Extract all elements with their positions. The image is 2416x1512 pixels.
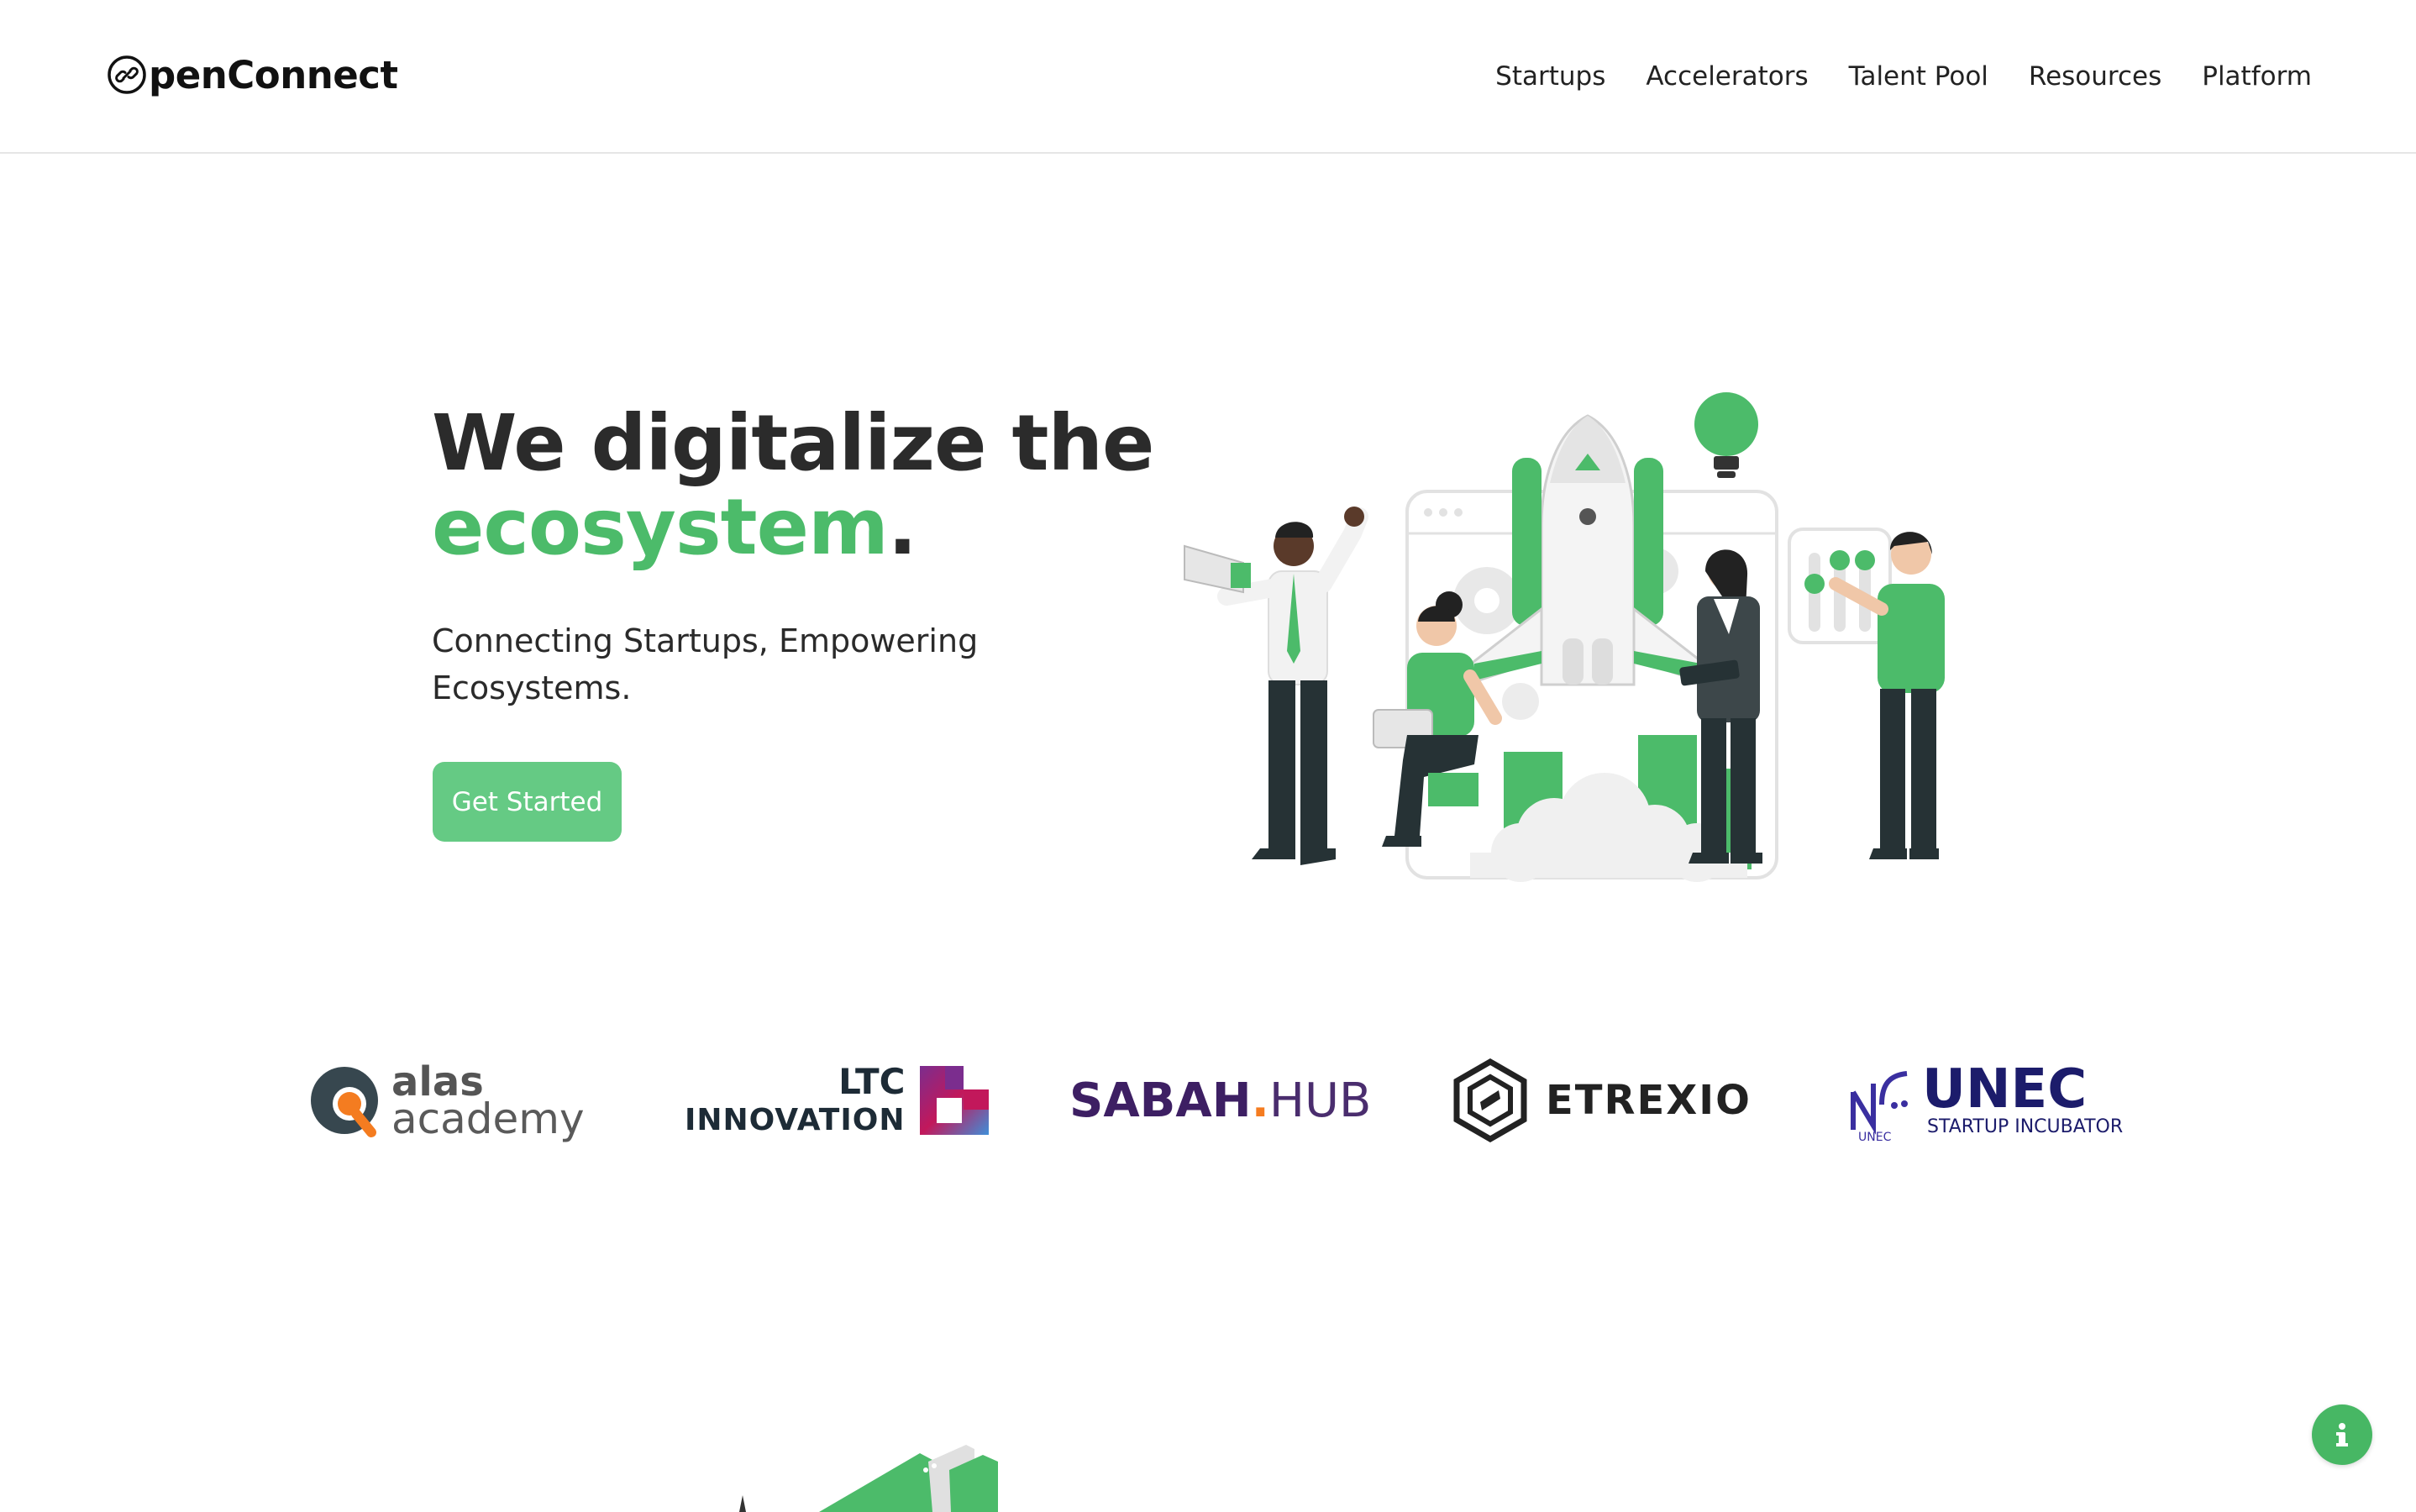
partner-sabah-hub[interactable]: SABAH. HUB: [1069, 1046, 1371, 1155]
alas-academy-wordmark: alas academy: [391, 1062, 585, 1143]
sabah-hub-part1: SABAH: [1069, 1073, 1252, 1128]
nav-item-platform[interactable]: Platform: [2202, 61, 2312, 92]
nav-item-talent-pool[interactable]: Talent Pool: [1849, 61, 1988, 92]
partner-etrexio[interactable]: ETREXIO: [1452, 1046, 1752, 1155]
brand-logo[interactable]: penConnect: [107, 49, 398, 101]
ltc-innovation-line2: INNOVATION: [685, 1103, 906, 1137]
info-icon: [2336, 1423, 2348, 1446]
hero-illustration: [1184, 392, 1945, 882]
link-circle-icon: [108, 55, 146, 94]
etrexio-wordmark: ETREXIO: [1546, 1077, 1752, 1124]
partner-alas-academy[interactable]: alas academy: [306, 1046, 585, 1155]
ltc-innovation-logo-icon: [920, 1066, 990, 1135]
hero-title: We digitalize the ecosystem.: [432, 402, 1154, 572]
etrexio-hexagon-icon: [1453, 1058, 1527, 1142]
hero-subtitle: Connecting Startups, Empowering Ecosyste…: [432, 622, 979, 706]
unec-line1: UNEC: [1922, 1058, 2088, 1121]
ltc-innovation-line1: LTC: [838, 1061, 906, 1102]
brand-name: penConnect: [149, 52, 398, 97]
main-nav: Startups Accelerators Talent Pool Resour…: [1455, 52, 2312, 101]
page: penConnect Startups Accelerators Talent …: [0, 0, 2416, 1512]
alas-academy-logo-icon: [311, 1067, 378, 1137]
next-section-illustration: [739, 1445, 998, 1512]
partner-unec-startup-incubator[interactable]: UNEC UNEC STARTUP INCUBATOR: [1848, 1046, 2123, 1155]
nav-item-startups[interactable]: Startups: [1495, 61, 1605, 92]
unec-mark-label: UNEC: [1858, 1131, 1892, 1142]
alas-academy-line2: academy: [391, 1095, 585, 1143]
ltc-innovation-wordmark: LTC INNOVATION: [685, 1062, 905, 1139]
get-started-button[interactable]: Get Started: [433, 762, 622, 842]
hero-title-line1: We digitalize the: [432, 398, 1154, 488]
nav-item-resources[interactable]: Resources: [2029, 61, 2161, 92]
hero-title-highlight: ecosystem: [432, 482, 889, 572]
unec-incubator-icon: UNEC: [1851, 1071, 1908, 1142]
nav-item-accelerators[interactable]: Accelerators: [1646, 61, 1808, 92]
sabah-hub-part2: HUB: [1268, 1073, 1372, 1128]
unec-wordmark: UNEC STARTUP INCUBATOR: [1922, 1063, 2123, 1138]
partner-ltc-innovation[interactable]: LTC INNOVATION: [685, 1046, 990, 1155]
sabah-hub-dot: .: [1251, 1073, 1269, 1128]
info-button[interactable]: [2312, 1404, 2372, 1465]
hero-title-period: .: [887, 482, 917, 572]
site-header: penConnect Startups Accelerators Talent …: [0, 0, 2416, 154]
unec-line2: STARTUP INCUBATOR: [1927, 1116, 2124, 1137]
partner-logos: alas academy LTC INNOVATION SABAH . HUB …: [0, 1046, 2416, 1155]
